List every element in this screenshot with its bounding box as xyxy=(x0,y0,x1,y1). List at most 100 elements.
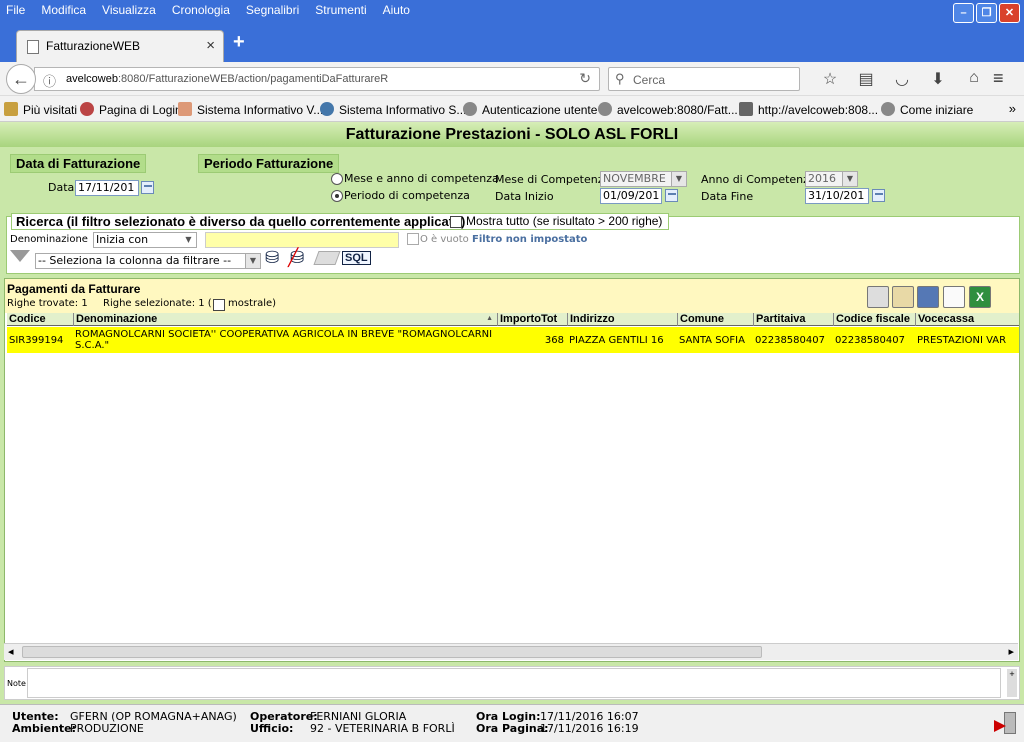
cell-denominazione: ROMAGNOLCARNI SOCIETA'' COOPERATIVA AGRI… xyxy=(75,329,493,351)
notes-textarea[interactable] xyxy=(27,668,1001,698)
url-bar[interactable]: ⓘ avelcoweb:8080/FatturazioneWEB/action/… xyxy=(34,67,600,91)
sql-button[interactable]: SQL xyxy=(342,251,371,265)
info-icon[interactable]: ⓘ xyxy=(43,71,56,90)
hamburger-menu-icon[interactable]: ≡ xyxy=(993,68,1004,89)
cell-vocecassa: PRESTAZIONI VAR xyxy=(917,334,1007,346)
close-window-button[interactable]: ✕ xyxy=(999,3,1020,23)
menu-segnalibri[interactable]: Segnalibri xyxy=(246,3,299,17)
colonna-filtro-select[interactable]: -- Seleziona la colonna da filtrare -- ▼ xyxy=(35,253,261,269)
radio-mese-anno[interactable] xyxy=(331,173,343,185)
data-fine-input[interactable]: 31/10/201 xyxy=(805,188,869,204)
periodo-fatturazione-legend: Periodo Fatturazione xyxy=(198,154,340,173)
binoculars-clear-icon[interactable]: ⛁ ╱ xyxy=(288,248,304,268)
scrollbar-thumb[interactable] xyxy=(22,646,762,658)
bookmark-star-icon[interactable]: ☆ xyxy=(812,69,848,89)
eraser-icon[interactable] xyxy=(313,251,341,265)
filtro-status: Filtro non impostato xyxy=(472,234,588,245)
page-icon xyxy=(27,40,39,54)
horizontal-scrollbar[interactable]: ◂ ▸ xyxy=(4,643,1018,660)
col-codice-fiscale[interactable]: Codice fiscale xyxy=(833,313,915,326)
chevron-down-icon: ▼ xyxy=(671,172,686,186)
restore-button[interactable]: ❐ xyxy=(976,3,997,23)
sort-up-icon: ▲ xyxy=(486,315,493,322)
reading-list-icon[interactable]: ▤ xyxy=(848,69,884,89)
table-row[interactable]: SIR399194 ROMAGNOLCARNI SOCIETA'' COOPER… xyxy=(7,327,1019,353)
mostrale-checkbox[interactable] xyxy=(213,299,225,311)
calendar-icon[interactable] xyxy=(665,189,678,202)
chevron-down-icon: ▼ xyxy=(181,233,196,247)
bookmark-avelcoweb[interactable]: avelcoweb:8080/Fatt... xyxy=(598,102,738,117)
page-title: Fatturazione Prestazioni - SOLO ASL FORL… xyxy=(0,122,1024,147)
col-importotot[interactable]: ImportoTot xyxy=(497,313,567,326)
menu-modifica[interactable]: Modifica xyxy=(41,3,86,17)
calendar-icon[interactable] xyxy=(141,181,154,194)
calendar-icon[interactable] xyxy=(872,189,885,202)
match-type-select[interactable]: Inizia con ▼ xyxy=(93,232,197,248)
scroll-right-icon[interactable]: ▸ xyxy=(1008,645,1014,658)
tab-title: FatturazioneWEB xyxy=(46,39,141,53)
scroll-left-icon[interactable]: ◂ xyxy=(8,645,14,658)
bookmark-http-avelcoweb[interactable]: http://avelcoweb:808... xyxy=(739,102,878,117)
anno-competenza-select[interactable]: 2016 ▼ xyxy=(805,171,858,187)
cell-importotot: 368 xyxy=(544,334,564,346)
back-button[interactable]: ← xyxy=(6,64,36,94)
col-codice[interactable]: Codice xyxy=(7,313,73,326)
cell-indirizzo: PIAZZA GENTILI 16 xyxy=(569,334,664,346)
new-tab-icon[interactable]: + xyxy=(233,31,245,54)
col-partitaiva[interactable]: Partitaiva xyxy=(753,313,833,326)
menu-visualizza[interactable]: Visualizza xyxy=(102,3,156,17)
righe-trovate: Righe trovate: 1 xyxy=(7,298,88,309)
bookmark-sistema-informativo-s[interactable]: Sistema Informativo S... xyxy=(320,102,466,117)
bookmark-come-iniziare[interactable]: Come iniziare xyxy=(881,102,973,117)
tab-fatturazioneweb[interactable]: FatturazioneWEB × xyxy=(16,30,224,62)
more-bookmarks-icon[interactable]: » xyxy=(1009,101,1016,116)
close-tab-icon[interactable]: × xyxy=(206,37,215,54)
binoculars-search-icon[interactable]: ⛁ xyxy=(265,248,279,268)
bookmark-autenticazione[interactable]: Autenticazione utente xyxy=(463,102,597,117)
excel-export-icon[interactable]: X xyxy=(969,286,991,308)
pocket-icon[interactable]: ◡ xyxy=(884,69,920,89)
results-header: Pagamenti da Fatturare Righe trovate: 1 … xyxy=(5,279,1019,313)
funnel-filter-icon[interactable] xyxy=(10,250,30,262)
bookmark-sistema-informativo-v[interactable]: Sistema Informativo V... xyxy=(178,102,323,117)
cell-partitaiva: 02238580407 xyxy=(755,334,825,346)
minimize-button[interactable]: – xyxy=(953,3,974,23)
mese-competenza-select[interactable]: NOVEMBRE ▼ xyxy=(600,171,687,187)
notes-expand-icon[interactable]: + xyxy=(1007,669,1017,697)
bookmark-piu-visitati[interactable]: Più visitati xyxy=(4,102,77,117)
table-header: Codice Denominazione ▲ ImportoTot Indiriz… xyxy=(7,313,1019,326)
print-icon[interactable] xyxy=(867,286,889,308)
print-preview-icon[interactable] xyxy=(892,286,914,308)
col-vocecassa[interactable]: Vocecassa xyxy=(915,313,1019,326)
righe-selezionate: Righe selezionate: 1 ( xyxy=(103,298,212,309)
radio-mese-anno-label: Mese e anno di competenza xyxy=(344,172,499,185)
menu-aiuto[interactable]: Aiuto xyxy=(383,3,410,17)
ricerca-panel: Ricerca (il filtro selezionato è diverso… xyxy=(6,213,1020,274)
col-denominazione[interactable]: Denominazione ▲ xyxy=(73,313,497,326)
home-icon[interactable]: ⌂ xyxy=(956,69,992,89)
menu-strumenti[interactable]: Strumenti xyxy=(315,3,366,17)
ricerca-legend: Ricerca (il filtro selezionato è diverso… xyxy=(16,214,466,229)
search-input[interactable]: ⚲ Cerca xyxy=(608,67,800,91)
data-fatturazione-input[interactable]: 17/11/201 xyxy=(75,180,139,196)
data-inizio-input[interactable]: 01/09/201 xyxy=(600,188,662,204)
save-icon[interactable] xyxy=(917,286,939,308)
window-titlebar: File Modifica Visualizza Cronologia Segn… xyxy=(0,0,1024,24)
menu-bar: File Modifica Visualizza Cronologia Segn… xyxy=(6,3,426,17)
logout-icon[interactable] xyxy=(994,712,1020,736)
col-indirizzo[interactable]: Indirizzo xyxy=(567,313,677,326)
download-icon[interactable]: ⬇ xyxy=(920,69,956,89)
reload-icon[interactable]: ↻ xyxy=(579,70,591,87)
notes-label: Note xyxy=(7,679,26,688)
notes-area: Note + xyxy=(4,666,1020,700)
radio-periodo-competenza[interactable] xyxy=(331,190,343,202)
col-comune[interactable]: Comune xyxy=(677,313,753,326)
chevron-down-icon: ▼ xyxy=(842,172,857,186)
bookmark-pagina-login[interactable]: Pagina di Login xyxy=(80,102,182,117)
edit-icon[interactable] xyxy=(943,286,965,308)
vuoto-checkbox[interactable] xyxy=(407,233,419,245)
menu-file[interactable]: File xyxy=(6,3,25,17)
menu-cronologia[interactable]: Cronologia xyxy=(172,3,230,17)
denominazione-filter-input[interactable] xyxy=(205,232,399,248)
mostra-tutto-checkbox[interactable] xyxy=(450,216,462,228)
